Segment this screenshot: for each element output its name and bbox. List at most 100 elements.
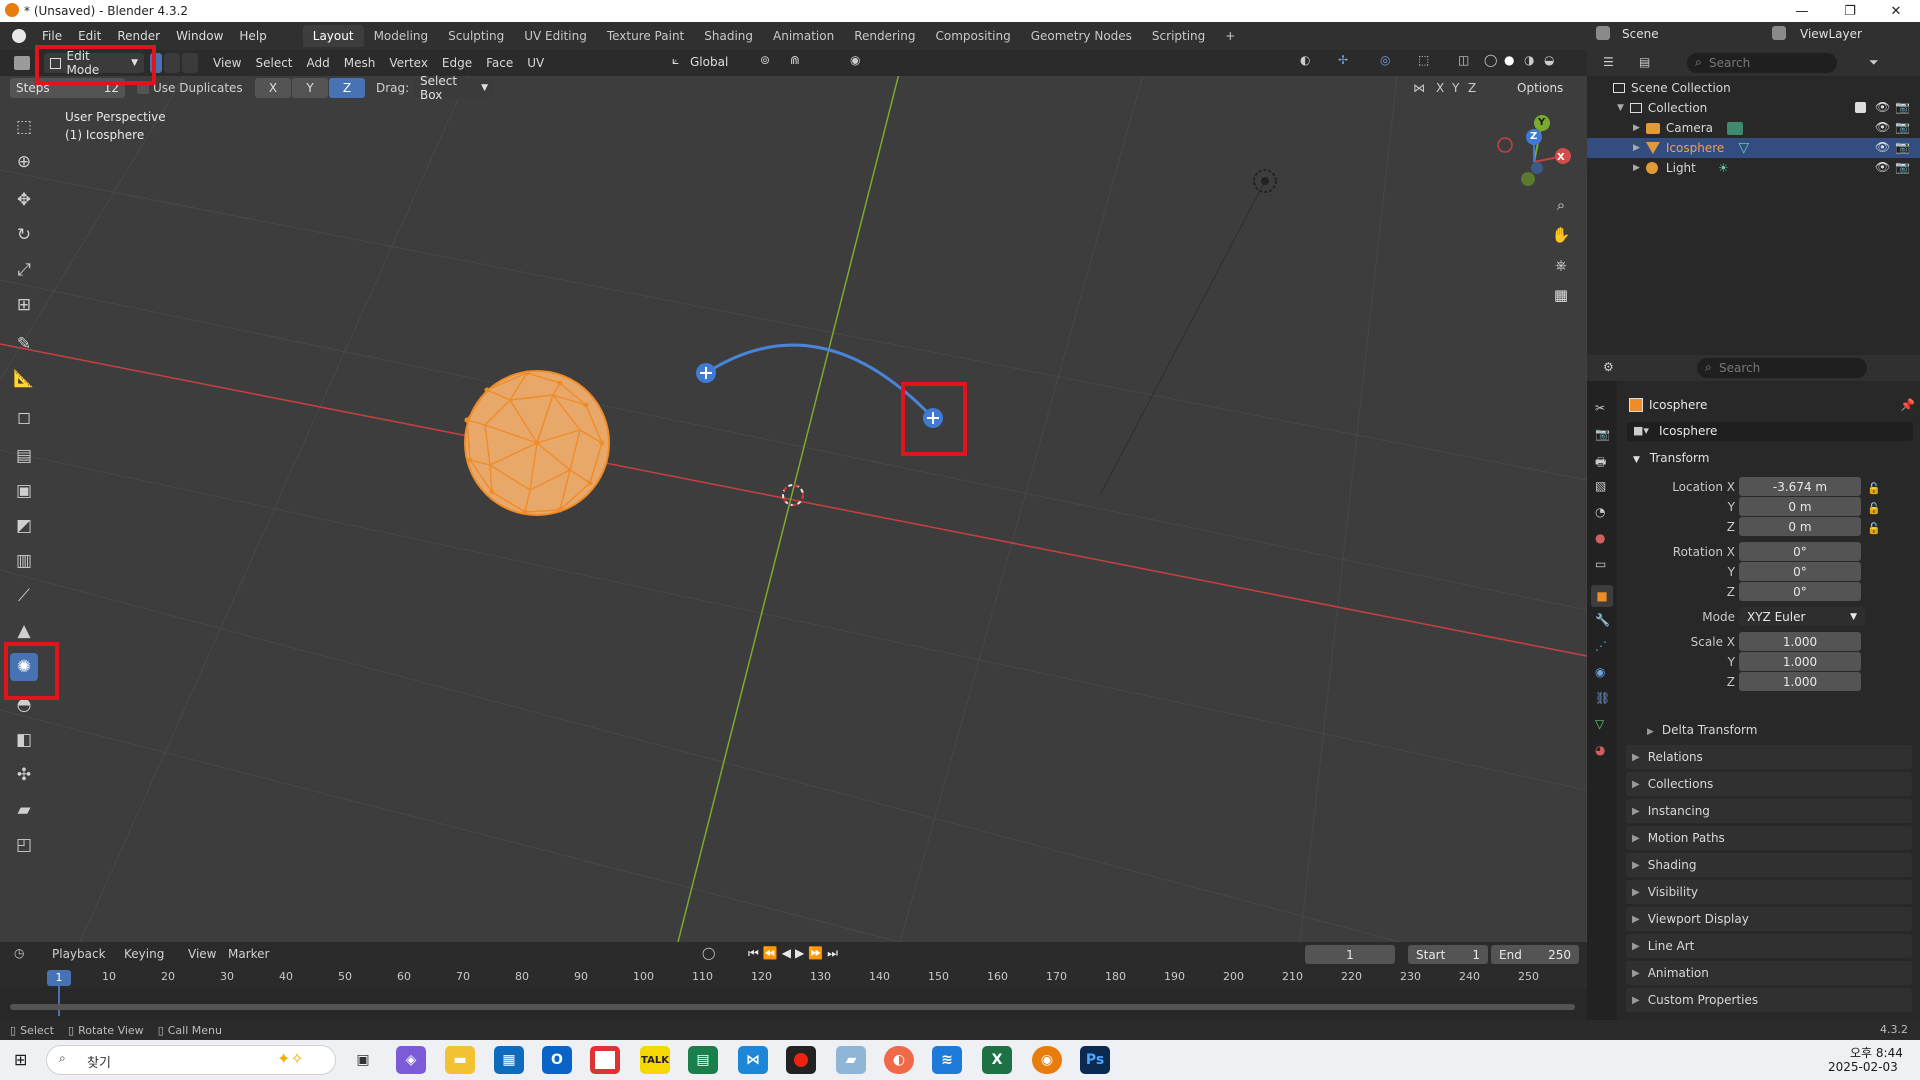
render-camera-icon[interactable]: 📷 [1895,160,1910,174]
menu-playback[interactable]: Playback [52,947,106,961]
mirror-y-toggle[interactable]: Y [1452,81,1459,95]
exclude-checkbox[interactable] [1855,102,1866,113]
outliner-item-icosphere[interactable]: ▶ Icosphere ▽ 👁 📷 [1587,138,1920,158]
menu-vertex[interactable]: Vertex [382,56,435,70]
solid-shading-icon[interactable]: ● [1504,53,1514,67]
menu-window[interactable]: Window [168,29,231,43]
blender-menu-icon[interactable] [12,29,26,43]
outliner-item-light[interactable]: ▶ Light ☀ 👁 📷 [1587,158,1920,178]
render-camera-icon[interactable]: 📷 [1895,140,1910,154]
menu-face[interactable]: Face [479,56,520,70]
tab-animation[interactable]: Animation [763,25,844,47]
menu-timeline-view[interactable]: View [188,947,216,961]
delta-transform-panel[interactable]: ▶ Delta Transform [1647,723,1757,737]
gizmo-toggle-icon[interactable]: ✢ [1338,53,1348,67]
annotate-tool-icon[interactable]: ✎ [10,330,38,358]
location-y-field[interactable]: 0 m [1739,497,1861,516]
outlook-icon[interactable]: O [542,1046,572,1074]
bevel-tool-icon[interactable]: ◩ [10,512,38,540]
scale-y-field[interactable]: 1.000 [1739,652,1861,671]
menu-edge[interactable]: Edge [435,56,479,70]
axis-x-button[interactable]: X [255,78,291,98]
filter-icon[interactable]: ⏷ [1869,55,1879,70]
autokey-icon[interactable]: ◯ [702,946,715,960]
mirror-x-toggle[interactable]: X [1436,81,1444,95]
properties-search-input[interactable]: ⌕ Search [1697,358,1867,378]
pin-icon[interactable]: 📌 [1900,398,1915,412]
frame-ruler[interactable]: 10 20 30 40 50 60 70 80 90 100 110 120 130 140 150 160 1… [0,966,1587,988]
view-layer-name[interactable]: ViewLayer [1800,27,1862,41]
object-name-field[interactable]: ■▾ Icosphere [1627,422,1913,441]
transform-panel-header[interactable]: ▼ Transform [1633,451,1709,465]
tab-rendering[interactable]: Rendering [844,25,925,47]
scale-x-field[interactable]: 1.000 [1739,632,1861,651]
shear-tool-icon[interactable]: ▰ [10,796,38,824]
shrink-fatten-tool-icon[interactable]: ✣ [10,761,38,789]
view-layer-tab-icon[interactable]: ▧ [1595,479,1606,493]
edge-slide-tool-icon[interactable]: ◧ [10,726,38,754]
proportional-edit-icon[interactable]: ◉ [850,53,860,67]
gizmo-z-label[interactable]: Z [1530,131,1537,142]
panel-animation[interactable]: ▶ Animation [1626,961,1912,985]
orientation-dropdown[interactable]: Global [690,55,728,69]
rotation-mode-dropdown[interactable]: XYZ Euler ▼ [1739,607,1865,626]
add-cube-tool-icon[interactable]: ◻ [10,404,38,432]
add-workspace-button[interactable]: + [1215,25,1245,47]
eye-icon[interactable]: 👁 [1875,100,1890,114]
panel-relations[interactable]: ▶ Relations [1626,745,1912,769]
visibility-icon[interactable]: ◐ [1300,53,1310,67]
wireframe-shading-icon[interactable]: ◯ [1484,53,1497,67]
task-view-icon[interactable]: ▣ [348,1046,378,1074]
menu-help[interactable]: Help [231,29,274,43]
tool-tab-icon[interactable]: ✂ [1595,401,1605,415]
outliner-search-input[interactable]: ⌕ Search [1687,53,1837,73]
location-x-field[interactable]: -3.674 m [1739,477,1861,496]
knife-tool-icon[interactable]: ⟋ [10,582,38,610]
outliner-scene-collection[interactable]: Scene Collection [1587,78,1920,98]
gizmo-x-label[interactable]: X [1557,152,1565,163]
rip-region-tool-icon[interactable]: ◰ [10,831,38,859]
location-z-field[interactable]: 0 m [1739,517,1861,536]
menu-view[interactable]: View [206,56,248,70]
scale-z-field[interactable]: 1.000 [1739,672,1861,691]
rotation-x-field[interactable]: 0° [1739,542,1861,561]
tab-scripting[interactable]: Scripting [1142,25,1215,47]
menu-select[interactable]: Select [248,56,299,70]
rotation-y-field[interactable]: 0° [1739,562,1861,581]
scale-tool-icon[interactable]: ⤢ [10,256,38,284]
zoom-icon[interactable]: ⌕ [1548,192,1574,218]
panel-visibility[interactable]: ▶ Visibility [1626,880,1912,904]
material-shading-icon[interactable]: ◑ [1524,53,1534,67]
gizmo-y-label[interactable]: Y [1538,117,1545,128]
recorder-icon[interactable] [786,1046,816,1074]
windows-start-icon[interactable]: ⊞ [14,1052,30,1068]
mirror-z-toggle[interactable]: Z [1468,81,1476,95]
tab-geometry-nodes[interactable]: Geometry Nodes [1021,25,1142,47]
eye-icon[interactable]: 👁 [1875,160,1890,174]
measure-tool-icon[interactable]: 📐 [10,365,38,393]
chevron-down-icon[interactable]: ▼ [1617,103,1624,113]
face-select-button[interactable] [182,53,198,73]
eye-icon[interactable]: 👁 [1875,140,1890,154]
lock-icons[interactable]: 🔓 🔓 🔓 [1867,479,1881,539]
data-tab-icon[interactable]: ▽ [1595,717,1604,731]
chevron-right-icon[interactable]: ▶ [1633,123,1640,133]
options-dropdown[interactable]: Options [1517,81,1563,95]
rendered-shading-icon[interactable]: ◒ [1544,53,1554,67]
firefox-icon[interactable]: ◐ [884,1046,914,1074]
scene-name[interactable]: Scene [1622,27,1659,41]
chevron-right-icon[interactable]: ▶ [1633,143,1640,153]
outliner-editor-icon[interactable]: ☰ [1603,55,1614,69]
panel-instancing[interactable]: ▶ Instancing [1626,799,1912,823]
menu-mesh[interactable]: Mesh [337,56,383,70]
tab-modeling[interactable]: Modeling [364,25,439,47]
photoshop-icon[interactable]: Ps [1080,1046,1110,1074]
paint-icon[interactable]: ▰ [836,1046,866,1074]
render-camera-icon[interactable]: 📷 [1895,100,1910,114]
poly-build-tool-icon[interactable]: ▲ [10,617,38,645]
taskbar-search-box[interactable]: ⌕ 찾기 ✦✧ [46,1045,336,1075]
end-frame-field[interactable]: End 250 [1491,945,1579,964]
cursor-tool-icon[interactable]: ⊕ [10,148,38,176]
world-tab-icon[interactable]: ● [1595,531,1605,545]
snap-icon[interactable]: ⋒ [790,53,800,67]
